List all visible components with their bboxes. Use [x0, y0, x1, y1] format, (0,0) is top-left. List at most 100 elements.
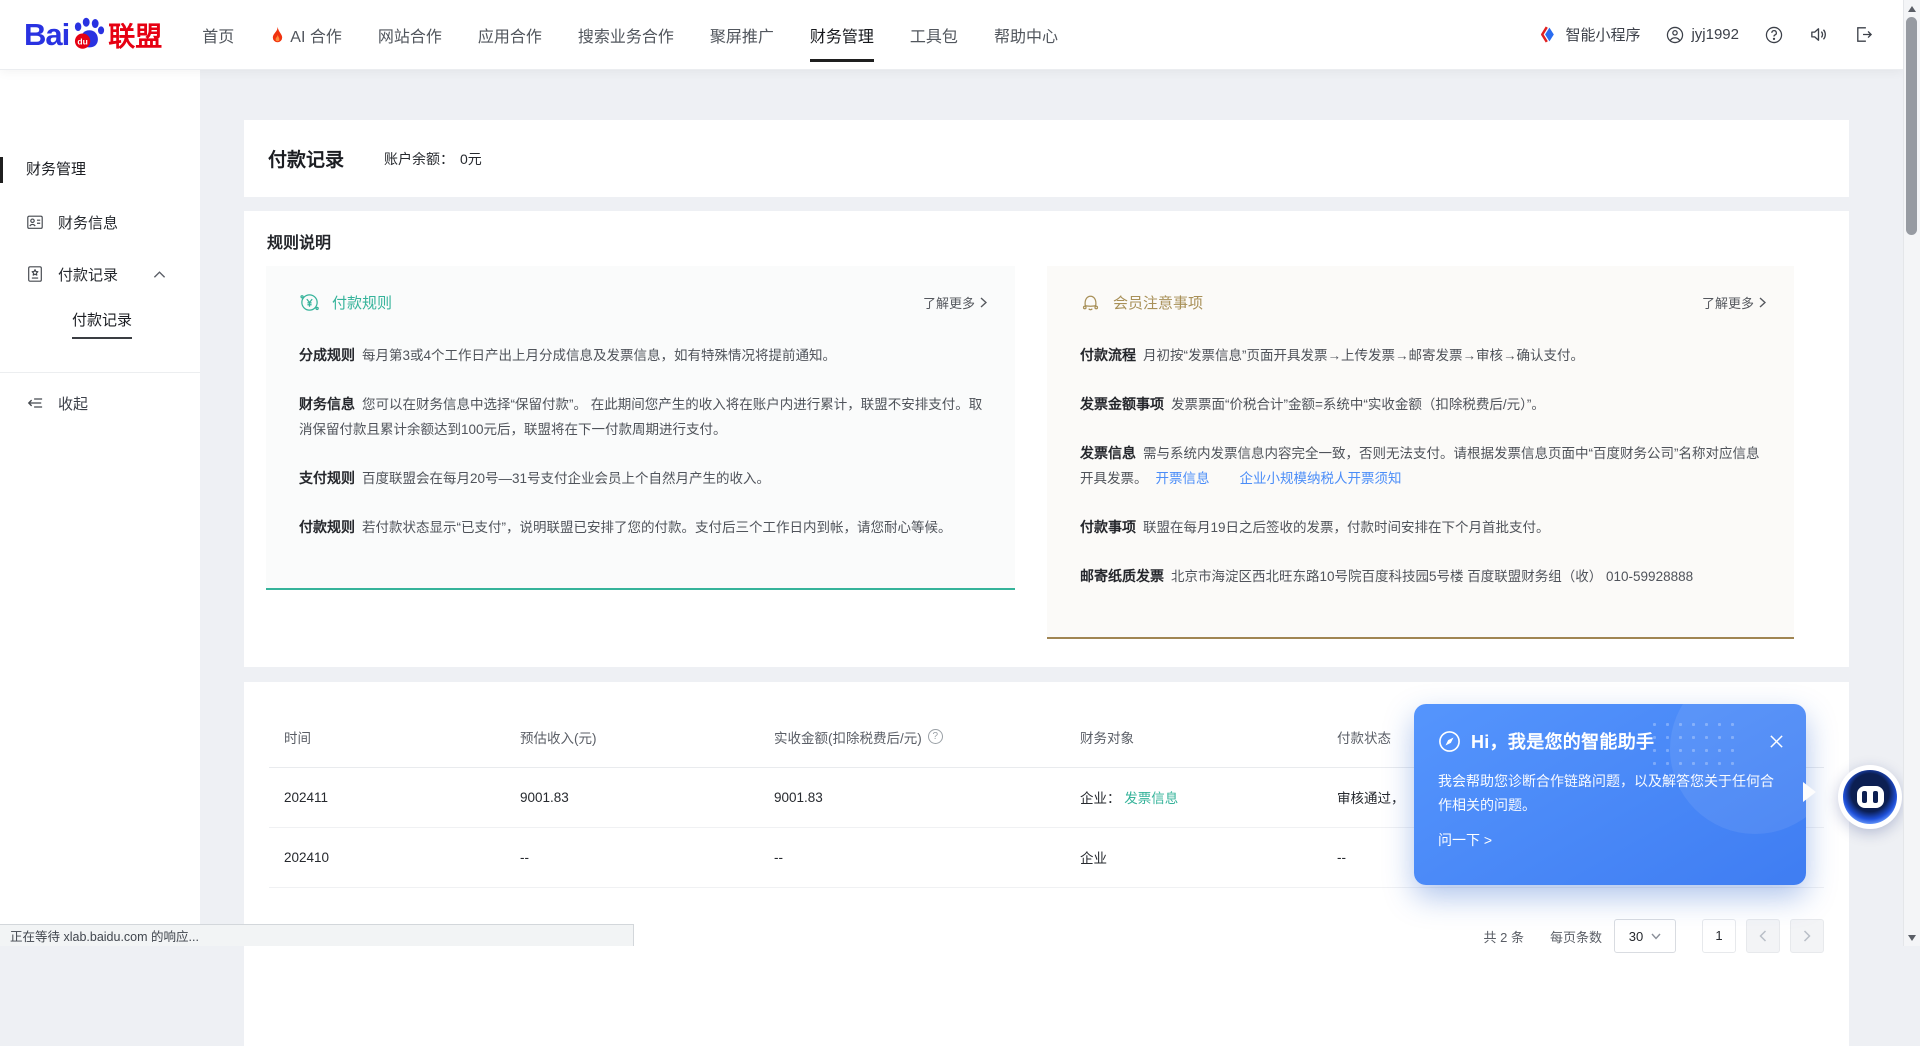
member-notice-panel: 会员注意事项 了解更多 付款流程月初按“发票信息”页面开具发票→上传发票→邮寄发…: [1047, 266, 1794, 639]
nav-item-screen-promotion[interactable]: 聚屏推广: [710, 0, 774, 69]
chevron-up-icon[interactable]: [153, 270, 166, 279]
notice-item: 发票金额事项发票票面“价税合计”金额=系统中“实收金额（扣除税费后/元）”。: [1080, 392, 1766, 417]
flame-icon: [270, 26, 285, 44]
rule-item: 支付规则百度联盟会在每月20号—31号支付企业会员上个自然月产生的收入。: [299, 466, 987, 491]
rule-item: 付款规则若付款状态显示“已支付”，说明联盟已安排了您的付款。支付后三个工作日内到…: [299, 515, 987, 540]
browser-status-bar: 正在等待 xlab.baidu.com 的响应...: [0, 924, 634, 946]
scroll-up-button[interactable]: [1904, 0, 1920, 17]
logo-text-union: 联盟: [108, 15, 162, 54]
finance-info-icon: [26, 213, 44, 231]
payment-rules-panel: 付款规则 了解更多 分成规则每月第3或4个工作日产出上月分成信息及发票信息，如有…: [266, 266, 1015, 590]
ask-link[interactable]: 问一下 >: [1438, 830, 1786, 850]
col-estimated-income: 预估收入(元): [520, 707, 774, 767]
sidebar: 财务管理 财务信息 付款记录 付款记录: [0, 69, 200, 946]
total-count: 共 2 条: [1484, 927, 1524, 946]
chevron-left-icon: [1759, 930, 1767, 942]
rules-section-title: 规则说明: [267, 233, 1849, 255]
page-header-card: 付款记录 账户余额： 0元: [244, 120, 1849, 197]
sound-icon[interactable]: [1809, 25, 1828, 44]
per-page-label: 每页条数: [1550, 927, 1602, 946]
assistant-robot-avatar[interactable]: [1838, 765, 1902, 829]
col-actual-amount: 实收金额(扣除税费后/元) ?: [774, 707, 1080, 767]
cell-estimated: 9001.83: [520, 767, 774, 827]
assistant-popup: Hi，我是您的智能助手 我会帮助您诊断合作链路问题，以及解答您关于任何合作相关的…: [1414, 704, 1806, 885]
cell-finance-object: 企业: [1080, 827, 1337, 887]
top-nav: Bai du 联盟 首页 AI 合作 网站合作: [0, 0, 1903, 69]
nav-item-search-business[interactable]: 搜索业务合作: [578, 0, 674, 69]
status-text: 正在等待 xlab.baidu.com 的响应...: [10, 926, 199, 945]
logout-icon[interactable]: [1854, 25, 1873, 44]
chevron-right-icon: [1803, 930, 1811, 942]
small-taxpayer-link[interactable]: 企业小规模纳税人开票须知: [1240, 471, 1402, 486]
page-number-button[interactable]: 1: [1702, 919, 1736, 953]
nav-item-finance[interactable]: 财务管理: [810, 0, 874, 69]
sidebar-collapse-button[interactable]: 收起: [0, 388, 200, 418]
compass-icon: [1438, 730, 1461, 753]
balance-value: 0元: [460, 151, 482, 167]
payment-rules-title: 付款规则: [332, 292, 392, 313]
notice-item: 邮寄纸质发票北京市海淀区西北旺东路10号院百度科技园5号楼 百度联盟财务组（收）…: [1080, 564, 1766, 589]
cell-time: 202410: [269, 827, 520, 887]
pagination: 共 2 条 每页条数 30 1: [1484, 919, 1824, 953]
payment-record-icon: [26, 265, 44, 283]
invoice-info-link[interactable]: 开票信息: [1156, 471, 1210, 486]
nav-item-website[interactable]: 网站合作: [378, 0, 442, 69]
rule-item: 财务信息您可以在财务信息中选择“保留付款”。 在此期间您产生的收入将在账户内进行…: [299, 392, 987, 442]
rule-item: 分成规则每月第3或4个工作日产出上月分成信息及发票信息，如有特殊情况将提前通知。: [299, 343, 987, 368]
user-icon: [1666, 26, 1684, 44]
rules-card: 规则说明 付款规则 了解更多 分成规则每月第3或4个工作日产出上月分成信息及发票…: [244, 211, 1849, 667]
nav-item-app[interactable]: 应用合作: [478, 0, 542, 69]
assistant-title: Hi，我是您的智能助手: [1471, 728, 1654, 754]
nav-item-ai[interactable]: AI 合作: [270, 0, 342, 69]
sidebar-item-payment-record[interactable]: 付款记录: [0, 259, 200, 289]
sidebar-item-finance-info[interactable]: 财务信息: [0, 207, 200, 237]
per-page-select[interactable]: 30: [1614, 919, 1676, 953]
sidebar-divider: [0, 372, 200, 373]
main-nav: 首页 AI 合作 网站合作 应用合作 搜索业务合作 聚屏推广 财务管理 工具包 …: [202, 0, 1058, 69]
page-title: 付款记录: [268, 145, 344, 172]
question-circle-icon[interactable]: ?: [928, 729, 943, 744]
mini-program-link[interactable]: 智能小程序: [1539, 24, 1640, 45]
baidu-union-logo[interactable]: Bai du 联盟: [24, 15, 162, 54]
user-account[interactable]: jyj1992: [1666, 26, 1739, 44]
page-scrollbar[interactable]: [1903, 0, 1920, 946]
member-notice-learn-more[interactable]: 了解更多: [1702, 293, 1766, 312]
col-time: 时间: [269, 707, 520, 767]
nav-item-home[interactable]: 首页: [202, 0, 234, 69]
collapse-icon: [26, 395, 44, 411]
member-notice-icon: [1080, 292, 1101, 313]
help-icon[interactable]: [1765, 26, 1783, 44]
nav-item-help-center[interactable]: 帮助中心: [994, 0, 1058, 69]
cell-actual: --: [774, 827, 1080, 887]
sidebar-subitem-payment-record[interactable]: 付款记录: [72, 309, 200, 339]
notice-item: 付款事项联盟在每月19日之后签收的发票，付款时间安排在下个月首批支付。: [1080, 515, 1766, 540]
balance-label: 账户余额：: [384, 151, 454, 167]
active-section-marker: [0, 157, 3, 183]
baidu-paw-icon: du: [70, 15, 106, 51]
scrollbar-thumb[interactable]: [1906, 17, 1917, 235]
invoice-detail-link[interactable]: 发票信息: [1124, 791, 1178, 806]
chevron-right-icon: [980, 297, 987, 308]
robot-face-icon: [1843, 770, 1897, 824]
cell-finance-object: 企业： 发票信息: [1080, 767, 1337, 827]
cell-time: 202411: [269, 767, 520, 827]
popup-pointer: [1803, 782, 1816, 802]
chevron-down-icon: [1651, 933, 1661, 940]
notice-item: 发票信息需与系统内发票信息内容完全一致，否则无法支付。请根据发票信息页面中“百度…: [1080, 441, 1766, 491]
notice-item: 付款流程月初按“发票信息”页面开具发票→上传发票→邮寄发票→审核→确认支付。: [1080, 343, 1766, 368]
cell-actual: 9001.83: [774, 767, 1080, 827]
scroll-down-button[interactable]: [1904, 929, 1920, 946]
nav-item-toolkit[interactable]: 工具包: [910, 0, 958, 69]
payment-rules-learn-more[interactable]: 了解更多: [923, 293, 987, 312]
col-finance-object: 财务对象: [1080, 707, 1337, 767]
close-icon[interactable]: [1767, 732, 1786, 751]
logo-text-bai: Bai: [24, 17, 69, 53]
sidebar-section-title: 财务管理: [0, 155, 200, 185]
prev-page-button[interactable]: [1746, 919, 1780, 953]
mini-program-icon: [1539, 25, 1558, 44]
payment-rules-icon: [299, 292, 320, 313]
assistant-message: 我会帮助您诊断合作链路问题，以及解答您关于任何合作相关的问题。: [1438, 769, 1774, 817]
logo-text-du: du: [78, 36, 88, 46]
next-page-button[interactable]: [1790, 919, 1824, 953]
account-balance: 账户余额： 0元: [384, 149, 482, 169]
